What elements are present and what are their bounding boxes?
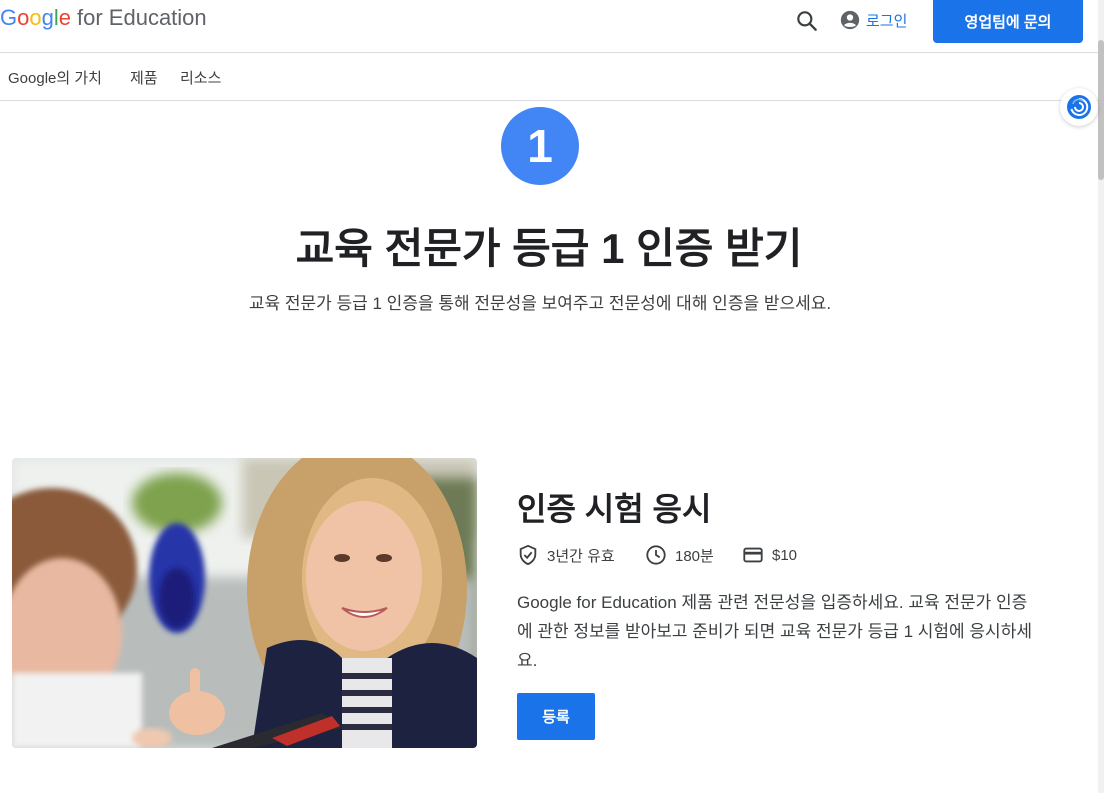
logo-letter: G bbox=[0, 5, 18, 30]
nav-item-resources[interactable]: 리소스 bbox=[180, 67, 221, 88]
assistant-widget-button[interactable] bbox=[1060, 88, 1098, 126]
swirl-icon bbox=[1067, 95, 1091, 119]
credit-card-icon bbox=[743, 547, 763, 563]
exam-section-title: 인증 시험 응시 bbox=[517, 491, 712, 527]
nav-item-values[interactable]: Google의 가치 bbox=[8, 67, 102, 88]
exam-description: Google for Education 제품 관련 전문성을 입증하세요. 교… bbox=[517, 593, 1032, 670]
nav-item-products[interactable]: 제품 bbox=[130, 67, 158, 88]
logo-text: for Education bbox=[77, 5, 207, 30]
account-circle-icon bbox=[840, 10, 860, 30]
main-nav: Google의 가치 제품 리소스 bbox=[0, 53, 1098, 101]
duration-meta: 180분 bbox=[645, 544, 714, 566]
contact-sales-button[interactable]: 영업팀에 문의 bbox=[933, 0, 1083, 43]
logo-letter: e bbox=[58, 5, 72, 30]
search-button[interactable] bbox=[794, 8, 820, 34]
shield-check-icon bbox=[519, 544, 537, 566]
page-title: 교육 전문가 등급 1 인증 받기 bbox=[295, 225, 803, 272]
duration-text: 180분 bbox=[675, 547, 714, 565]
login-label: 로그인 bbox=[866, 12, 908, 30]
login-link[interactable]: 로그인 bbox=[840, 8, 907, 32]
validity-text: 3년간 유효 bbox=[547, 547, 615, 565]
page-subtitle: 교육 전문가 등급 1 인증을 통해 전문성을 보여주고 전문성에 대해 인증을… bbox=[248, 294, 832, 313]
scrollbar-thumb[interactable] bbox=[1098, 40, 1104, 180]
price-meta: $10 bbox=[742, 544, 797, 566]
validity-meta: 3년간 유효 bbox=[517, 544, 615, 566]
teacher-student-photo bbox=[12, 458, 477, 748]
price-text: $10 bbox=[772, 546, 798, 564]
logo-letter: o bbox=[29, 5, 42, 30]
logo-letter: g bbox=[41, 5, 54, 30]
google-for-education-logo[interactable]: Google for Education bbox=[0, 5, 207, 31]
search-icon bbox=[797, 11, 817, 31]
logo-letter: o bbox=[17, 5, 30, 30]
top-header: Google for Education 로그인 영업팀에 문의 bbox=[0, 0, 1098, 53]
register-button[interactable]: 등록 bbox=[517, 693, 595, 740]
step-number-badge: 1 bbox=[501, 107, 579, 185]
clock-icon bbox=[646, 545, 666, 565]
scrollbar[interactable] bbox=[1098, 0, 1104, 793]
